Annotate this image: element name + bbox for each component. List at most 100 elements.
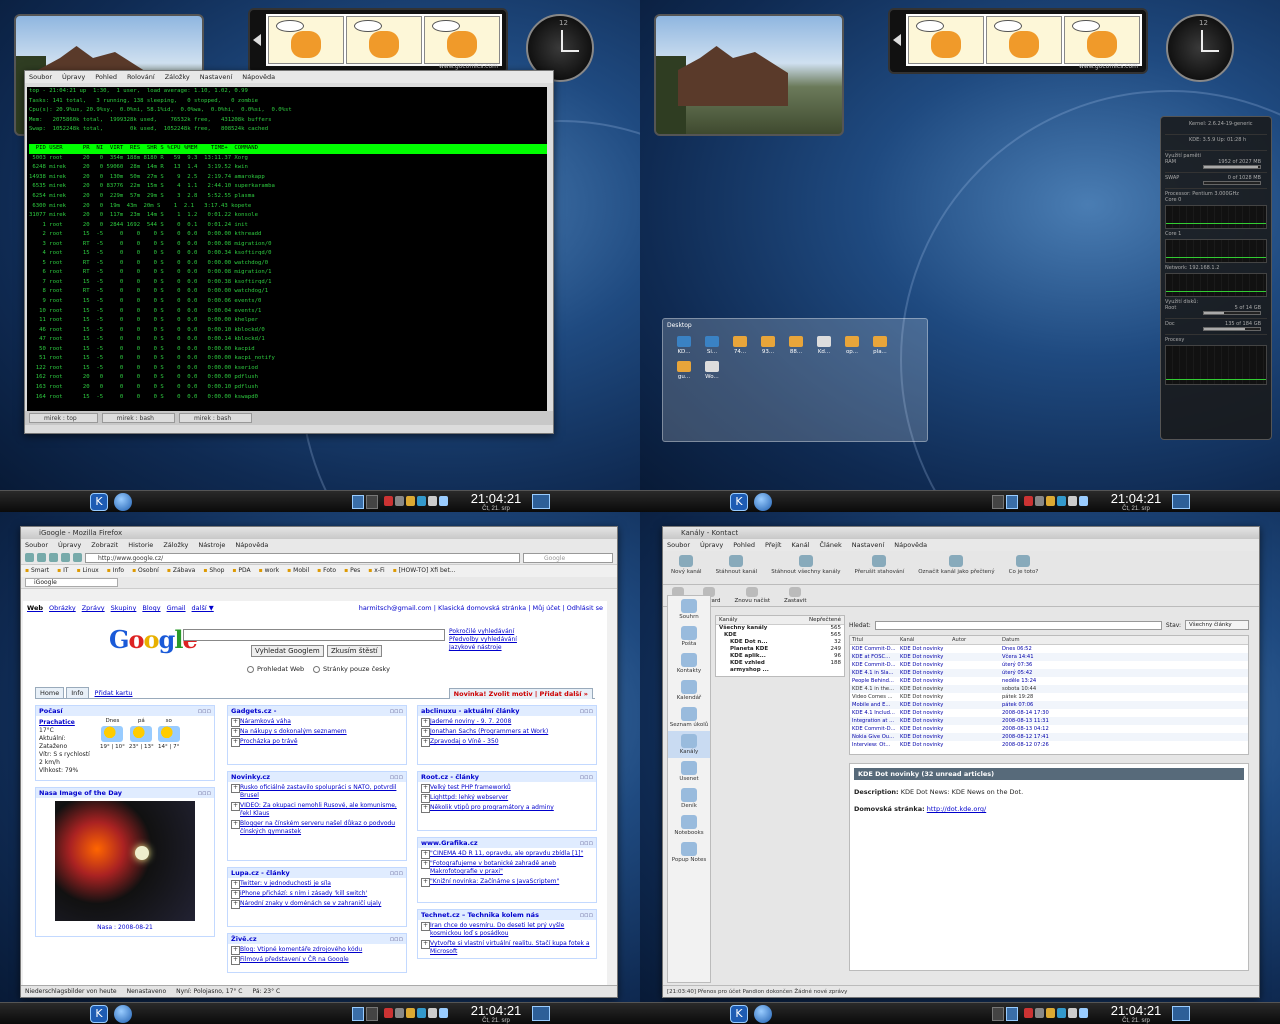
- sidebar-item[interactable]: Souhrn: [668, 596, 710, 623]
- bookmark-folder[interactable]: Mobil: [287, 565, 309, 577]
- sidebar-item[interactable]: Kalendář: [668, 677, 710, 704]
- article-row[interactable]: KDE 4.1 in the... KDE Dot novinky sobota 1…: [850, 685, 1248, 693]
- menu-item[interactable]: Kanál: [791, 539, 809, 551]
- kmenu-icon[interactable]: K: [730, 493, 748, 511]
- bookmark-folder[interactable]: work: [259, 565, 280, 577]
- article-column-header[interactable]: Datum: [1002, 637, 1082, 643]
- sidebar-item[interactable]: Notebooks: [668, 812, 710, 839]
- menu-item[interactable]: Úpravy: [58, 539, 81, 551]
- gadget-title[interactable]: Živě.cz: [228, 934, 406, 944]
- gadget-news-link[interactable]: Velký test PHP frameworků: [421, 784, 593, 793]
- desktop-file-icon[interactable]: pla...: [869, 336, 891, 355]
- feed-row[interactable]: Planeta KDE 249: [716, 646, 844, 653]
- sidebar-item[interactable]: Pošta: [668, 623, 710, 650]
- gadget-title[interactable]: www.Grafika.cz: [418, 838, 596, 848]
- weather-city[interactable]: Prachatice: [39, 719, 95, 727]
- nav-button[interactable]: Zastavit: [784, 586, 807, 605]
- menu-item[interactable]: Pohled: [95, 71, 117, 83]
- gadget-title[interactable]: Technet.cz – Technika kolem nás: [418, 910, 596, 920]
- gadget-news-link[interactable]: Na nákupy s dokonalým seznamem: [231, 728, 403, 737]
- gadget-news-link[interactable]: "CINEMA 4D R 11, opravdu, ale opravdu zb…: [421, 850, 593, 859]
- menu-item[interactable]: Záložky: [165, 71, 190, 83]
- menu-item[interactable]: Nastavení: [200, 71, 233, 83]
- feed-row[interactable]: armyshop ...: [716, 667, 844, 674]
- show-desktop-icon[interactable]: [1172, 1006, 1190, 1021]
- nasa-caption[interactable]: Nasa : 2008-08-21: [36, 924, 214, 931]
- gadget-news-link[interactable]: Zpravodaj o Víně - 350: [421, 738, 593, 747]
- menu-item[interactable]: Soubor: [25, 539, 48, 551]
- terminal-tab[interactable]: mirek : bash: [101, 413, 175, 423]
- article-row[interactable]: Video Comes ... KDE Dot novinky pátek 19:2…: [850, 693, 1248, 701]
- bookmark-folder[interactable]: [HOW-TO] Xfi bet...: [393, 565, 456, 577]
- menu-item[interactable]: Přejít: [765, 539, 782, 551]
- radio-web[interactable]: Prohledat Web: [247, 665, 304, 673]
- article-row[interactable]: People Behind... KDE Dot novinky neděle 13…: [850, 677, 1248, 685]
- bookmark-folder[interactable]: Linux: [77, 565, 99, 577]
- article-row[interactable]: Nokia Give Ou... KDE Dot novinky 2008-08-1…: [850, 733, 1248, 741]
- kmenu-icon[interactable]: K: [90, 1005, 108, 1023]
- search-option-link[interactable]: Pokročilé vyhledávání: [449, 628, 517, 636]
- article-row[interactable]: KDE at FOSC... KDE Dot novinky Včera 14:41: [850, 653, 1248, 661]
- desktop-file-icon[interactable]: Si...: [701, 336, 723, 355]
- gadget-news-link[interactable]: "Fotografujeme v botanické zahradě aneb …: [421, 860, 593, 876]
- menu-item[interactable]: Soubor: [667, 539, 690, 551]
- desktop-pager[interactable]: [352, 495, 378, 509]
- url-bar[interactable]: http://www.google.cz/: [85, 552, 520, 563]
- panel-clock[interactable]: 21:04:21 Čt, 21. srp: [466, 1004, 526, 1024]
- bookmark-folder[interactable]: x-Fi: [368, 565, 384, 577]
- lucky-button[interactable]: Zkusím štěstí: [327, 645, 382, 657]
- browser-launcher-icon[interactable]: [114, 1005, 132, 1023]
- sidebar-item[interactable]: Popup Notes: [668, 839, 710, 866]
- kmenu-icon[interactable]: K: [90, 493, 108, 511]
- gadget-title[interactable]: Gadgets.cz -: [228, 706, 406, 716]
- feed-row[interactable]: KDE aplik... 96: [716, 653, 844, 660]
- google-top-link[interactable]: Blogy: [142, 604, 160, 612]
- article-search-input[interactable]: [874, 620, 1162, 630]
- previous-strip-icon[interactable]: [893, 34, 901, 46]
- gadget-news-link[interactable]: Rusko oficiálně zastavilo spolupráci s N…: [231, 784, 403, 800]
- back-icon[interactable]: [25, 553, 34, 562]
- panel-clock[interactable]: 21:04:21 Čt, 21. srp: [1106, 492, 1166, 513]
- menu-item[interactable]: Historie: [128, 539, 153, 551]
- add-tab-link[interactable]: Přidat kartu: [91, 688, 137, 698]
- gadget-news-link[interactable]: iPhone přichází: s ním i zásady 'kill sw…: [231, 890, 403, 899]
- nav-button[interactable]: Znovu načíst: [734, 586, 770, 605]
- google-top-link[interactable]: Obrázky: [49, 604, 76, 612]
- menu-item[interactable]: Zobrazit: [91, 539, 118, 551]
- feed-row[interactable]: KDE Dot n... 32: [716, 639, 844, 646]
- gadget-news-link[interactable]: Vytvořte si vlastní virtuální realitu. S…: [421, 940, 593, 956]
- panel-clock[interactable]: 21:04:21 Čt, 21. srp: [466, 492, 526, 513]
- gadget-title[interactable]: Root.cz - články: [418, 772, 596, 782]
- desktop-file-icon[interactable]: 88...: [785, 336, 807, 355]
- terminal-output[interactable]: top - 21:04:21 up 1:30, 1 user, load ave…: [27, 87, 547, 411]
- menu-item[interactable]: Úpravy: [700, 539, 723, 551]
- article-row[interactable]: Interview: Ot... KDE Dot novinky 2008-08-1…: [850, 741, 1248, 749]
- toolbar-button[interactable]: Přerušit stahování: [855, 553, 904, 582]
- desktop-file-icon[interactable]: 74...: [729, 336, 751, 355]
- bookmark-folder[interactable]: Osobní: [132, 565, 159, 577]
- article-row[interactable]: KDE 4.1 Includ... KDE Dot novinky 2008-08-…: [850, 709, 1248, 717]
- bookmark-folder[interactable]: Smart: [25, 565, 49, 577]
- gadget-news-link[interactable]: Lighttpd: lehký webserver: [421, 794, 593, 803]
- gadget-title[interactable]: Novinky.cz: [228, 772, 406, 782]
- sidebar-item[interactable]: Usenet: [668, 758, 710, 785]
- gadget-news-link[interactable]: "Knižní novinka: Začínáme s JavaScriptem…: [421, 878, 593, 887]
- sidebar-item[interactable]: Deník: [668, 785, 710, 812]
- desktop-file-icon[interactable]: gu...: [673, 361, 695, 380]
- article-column-header[interactable]: Kanál: [900, 637, 952, 643]
- sidebar-item[interactable]: Seznam úkolů: [668, 704, 710, 731]
- google-top-link[interactable]: Zprávy: [82, 604, 105, 612]
- previous-strip-icon[interactable]: [253, 34, 261, 46]
- menu-item[interactable]: Záložky: [163, 539, 188, 551]
- gadget-news-link[interactable]: Twitter: v jednoduchosti je síla: [231, 880, 403, 889]
- gadget-title[interactable]: Lupa.cz - články: [228, 868, 406, 878]
- bookmark-folder[interactable]: Foto: [317, 565, 336, 577]
- forward-icon[interactable]: [37, 553, 46, 562]
- toolbar-button[interactable]: Stáhnout kanál: [716, 553, 757, 582]
- google-search-button[interactable]: Vyhledat Googlem: [251, 645, 324, 657]
- gadget-title[interactable]: abclinuxu - aktuální články: [418, 706, 596, 716]
- menu-item[interactable]: Soubor: [29, 71, 52, 83]
- menu-item[interactable]: Rolování: [127, 71, 155, 83]
- desktop-pager[interactable]: [992, 495, 1018, 509]
- article-row[interactable]: KDE Commit-D... KDE Dot novinky úterý 07:3…: [850, 661, 1248, 669]
